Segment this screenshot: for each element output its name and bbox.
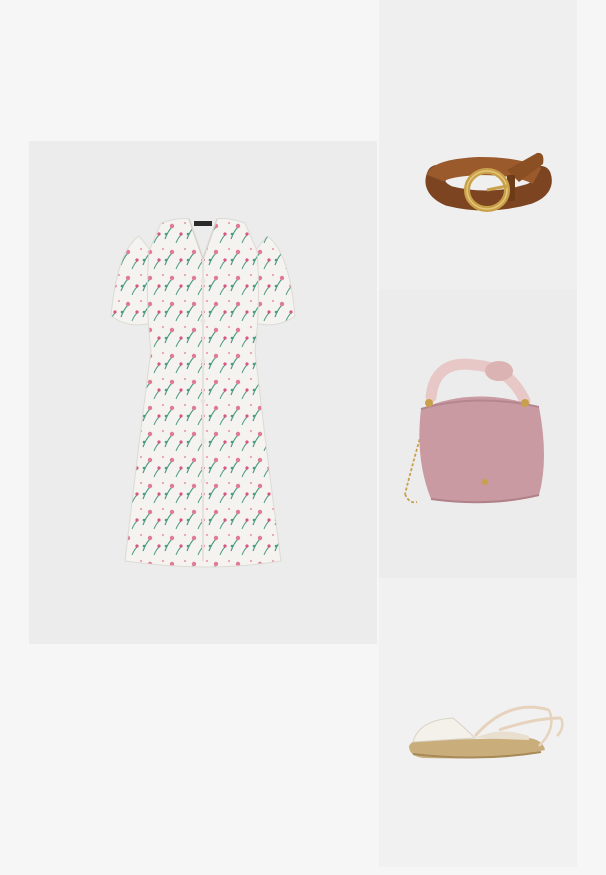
espadrille-sandal-image (409, 705, 564, 759)
brown-leather-belt-image (425, 152, 552, 212)
outfit-board (0, 0, 606, 875)
outfit-item-shoe[interactable] (379, 578, 577, 867)
outfit-item-bag[interactable] (379, 289, 577, 578)
outfit-item-belt[interactable] (379, 0, 577, 289)
pink-hobo-bag-image (404, 358, 544, 504)
outfit-item-dress[interactable] (29, 141, 377, 644)
floral-dress-image (110, 218, 296, 568)
